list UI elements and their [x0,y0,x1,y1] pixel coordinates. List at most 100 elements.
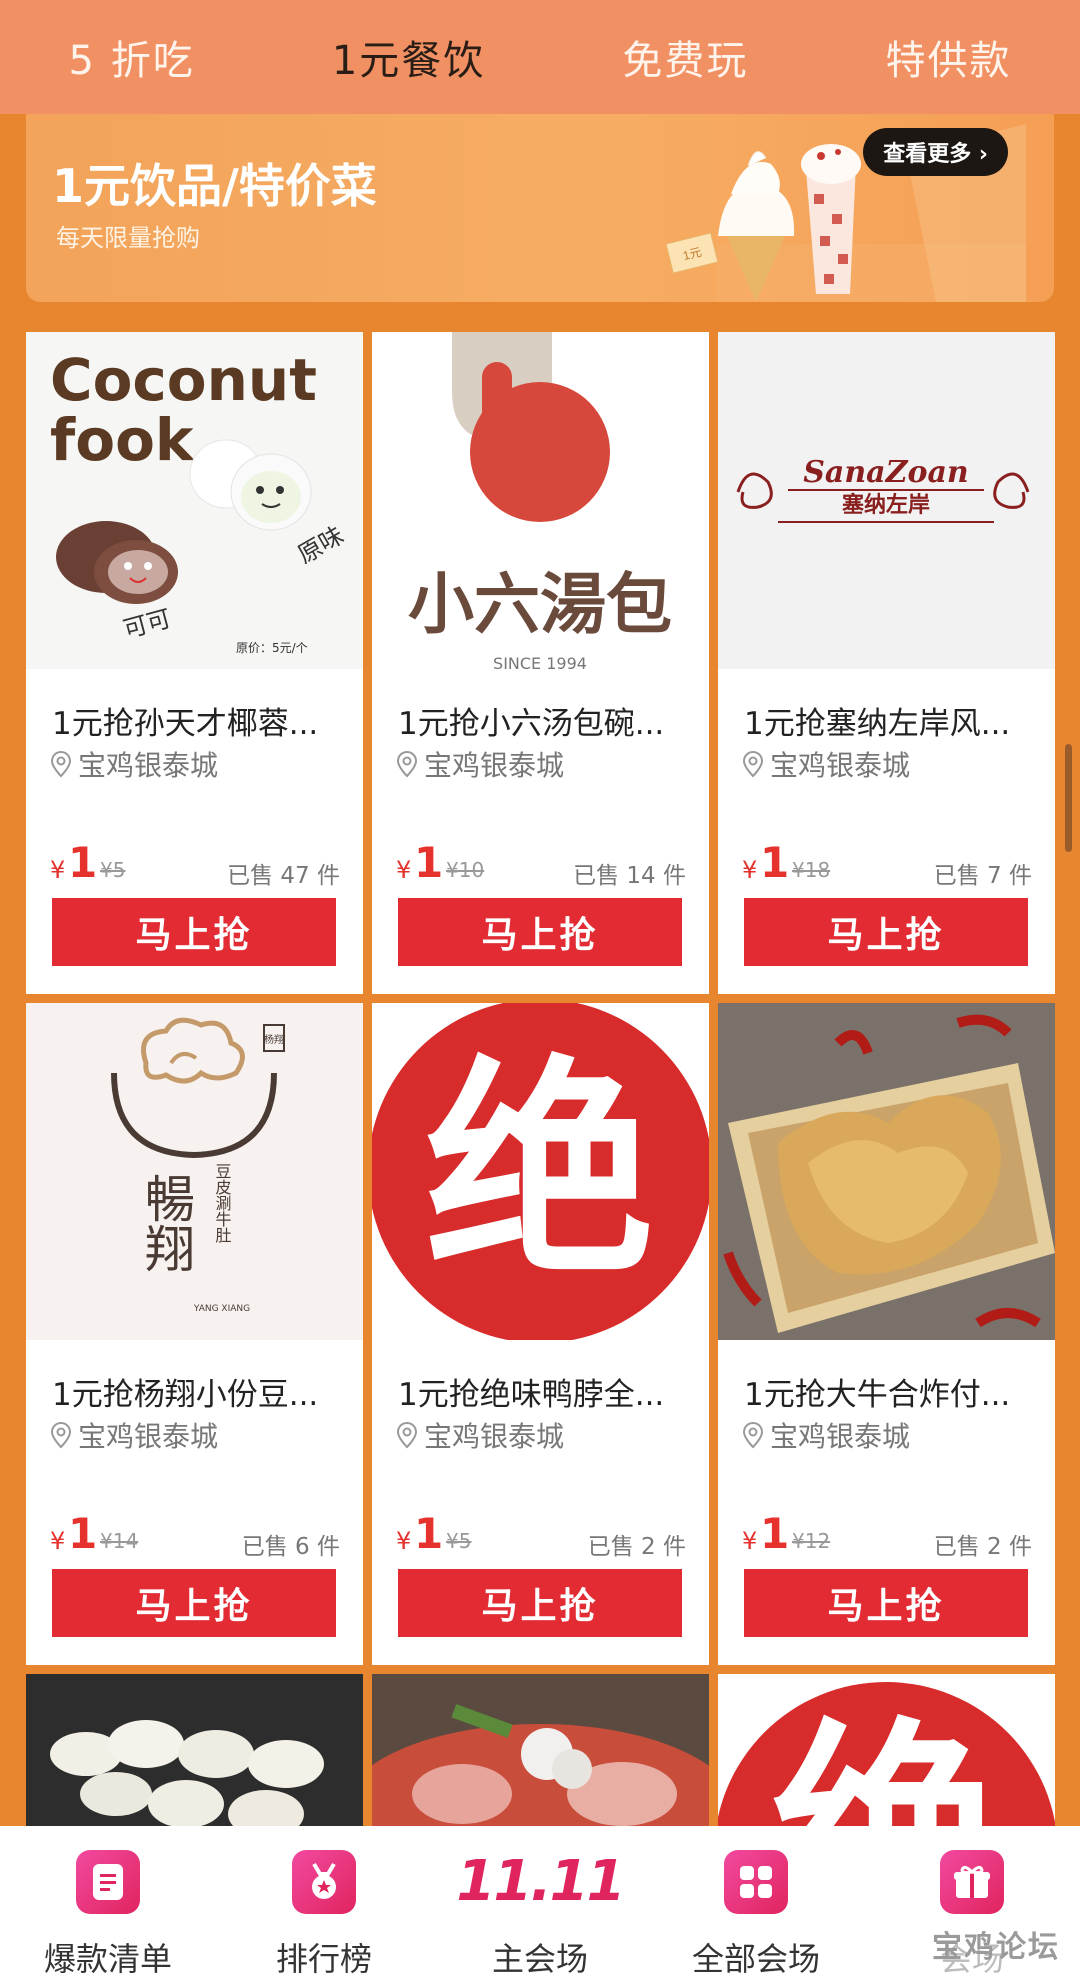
sanazoan-brand-cn: 塞纳左岸 [842,492,930,518]
nav-ranking[interactable]: 排行榜 [224,1826,424,1980]
nav-all-venues[interactable]: 全部会场 [656,1826,856,1980]
location-pin-icon [396,750,418,778]
coconut-title-1: Coconut [50,346,317,414]
location-pin-icon [50,1421,72,1449]
nav-label: 主会场 [491,1940,588,1978]
product-image: SanaZoan 塞纳左岸 [718,332,1055,669]
product-image: 杨翔 暢翔 豆皮涮牛肚 YANG XIANG [26,1003,363,1340]
original-price: ¥10 [446,858,485,882]
location-pin-icon [742,1421,764,1449]
label-cocoa: 可可 [120,604,174,643]
price-row: ¥ 1 ¥10 已售 14 件 [396,838,686,889]
product-name: 1元抢杨翔小份豆... [52,1377,319,1413]
original-price: ¥14 [100,1529,139,1553]
currency-symbol: ¥ [742,856,758,884]
tab-one-yuan-dining[interactable]: 1元餐饮 [312,18,505,96]
product-name: 1元抢塞纳左岸风... [744,706,1011,742]
xiaoliu-brand: 小六湯包 [408,565,672,643]
sale-price: 1 [68,838,98,887]
product-card[interactable]: 杨翔 暢翔 豆皮涮牛肚 YANG XIANG 1元抢杨翔小份豆... 宝鸡银泰城… [26,1003,363,1665]
currency-symbol: ¥ [50,1527,66,1555]
yangxiang-brand: 暢翔 [137,1173,195,1273]
sold-count: 已售 2 件 [933,1534,1032,1560]
original-price: ¥5 [446,1529,472,1553]
sold-count: 已售 7 件 [933,863,1032,889]
product-image: Coconut fook 原味 可可 原价：5元/个 [26,332,363,669]
product-name: 1元抢大牛合炸付... [744,1377,1011,1413]
brand-en: YANG XIANG [193,1304,250,1314]
location-text: 宝鸡银泰城 [424,749,565,782]
coconut-title-2: fook [50,406,195,474]
nav-label: 排行榜 [275,1940,372,1978]
tab-special-supply[interactable]: 特供款 [865,18,1031,96]
currency-symbol: ¥ [50,856,66,884]
product-location: 宝鸡银泰城 [396,1415,564,1455]
promo-banner[interactable]: 1元饮品/特价菜 每天限量抢购 1元 查看更多 › [26,114,1054,302]
location-text: 宝鸡银泰城 [424,1420,565,1453]
product-image [372,1674,709,1834]
medal-icon [292,1850,356,1914]
original-price: ¥12 [792,1529,831,1553]
gift-icon [940,1850,1004,1914]
grab-now-button[interactable]: 马上抢 [52,898,336,966]
sale-price: 1 [414,1509,444,1558]
category-tab-bar: 5 折吃 1元餐饮 免费玩 特供款 [0,0,1080,114]
juewei-logo-text: 绝 [771,1699,1001,1834]
banner-subtitle: 每天限量抢购 [56,224,200,252]
original-price: ¥18 [792,858,831,882]
price-row: ¥ 1 ¥14 已售 6 件 [50,1509,340,1560]
location-pin-icon [396,1421,418,1449]
brand-desc: 豆皮涮牛肚 [213,1163,232,1243]
1111-logo-icon: 11.11 [456,1849,625,1914]
since-text: SINCE 1994 [493,654,587,669]
currency-symbol: ¥ [742,1527,758,1555]
nav-label: 全部会场 [691,1940,820,1978]
product-location: 宝鸡银泰城 [50,1415,218,1455]
product-location: 宝鸡银泰城 [396,744,564,784]
scrollbar[interactable] [1065,744,1072,852]
product-name: 1元抢绝味鸭脖全... [398,1377,665,1413]
location-pin-icon [742,750,764,778]
nav-hot-list[interactable]: 爆款清单 [8,1826,208,1980]
tab-half-price[interactable]: 5 折吃 [49,18,215,96]
sold-count: 已售 2 件 [587,1534,686,1560]
grab-now-button[interactable]: 马上抢 [52,1569,336,1637]
product-name: 1元抢孙天才椰蓉... [52,706,319,742]
price-note: 原价：5元/个 [236,641,308,655]
product-card[interactable]: Coconut fook 原味 可可 原价：5元/个 1元抢孙天才椰蓉... 宝… [26,332,363,994]
currency-symbol: ¥ [396,1527,412,1555]
list-icon [76,1850,140,1914]
price-row: ¥ 1 ¥12 已售 2 件 [742,1509,1032,1560]
product-image [718,1003,1055,1340]
watermark: 宝鸡论坛 [932,1930,1060,1965]
product-card[interactable]: SanaZoan 塞纳左岸 1元抢塞纳左岸风... 宝鸡银泰城 ¥ 1 ¥18 … [718,332,1055,994]
product-card[interactable]: 小六湯包 SINCE 1994 1元抢小六汤包碗... 宝鸡银泰城 ¥ 1 ¥1… [372,332,709,994]
product-card[interactable]: 1元抢大牛合炸付... 宝鸡银泰城 ¥ 1 ¥12 已售 2 件 马上抢 [718,1003,1055,1665]
sanazoan-brand-en: SanaZoan [803,455,969,490]
sold-count: 已售 47 件 [227,863,340,889]
grab-now-button[interactable]: 马上抢 [744,898,1028,966]
label-original: 原味 [293,521,349,569]
product-card[interactable] [26,1674,363,1834]
product-card[interactable]: 绝 1元抢绝味鸭脖全... 宝鸡银泰城 ¥ 1 ¥5 已售 2 件 马上抢 [372,1003,709,1665]
banner-title: 1元饮品/特价菜 [52,159,377,213]
product-location: 宝鸡银泰城 [742,744,910,784]
product-card[interactable] [372,1674,709,1834]
grab-now-button[interactable]: 马上抢 [398,898,682,966]
original-price: ¥5 [100,858,126,882]
tab-free-play[interactable]: 免费玩 [602,18,768,96]
product-image: 绝 [372,1003,709,1340]
grab-now-button[interactable]: 马上抢 [744,1569,1028,1637]
product-image: 绝 [718,1674,1055,1834]
view-more-button[interactable]: 查看更多 › [863,128,1008,176]
location-pin-icon [50,750,72,778]
sale-price: 1 [414,838,444,887]
grab-now-button[interactable]: 马上抢 [398,1569,682,1637]
location-text: 宝鸡银泰城 [770,1420,911,1453]
sale-price: 1 [760,838,790,887]
product-grid: Coconut fook 原味 可可 原价：5元/个 1元抢孙天才椰蓉... 宝… [26,332,1055,1834]
currency-symbol: ¥ [396,856,412,884]
price-row: ¥ 1 ¥18 已售 7 件 [742,838,1032,889]
product-card[interactable]: 绝 [718,1674,1055,1834]
nav-main-venue[interactable]: 11.11 主会场 [440,1826,640,1980]
